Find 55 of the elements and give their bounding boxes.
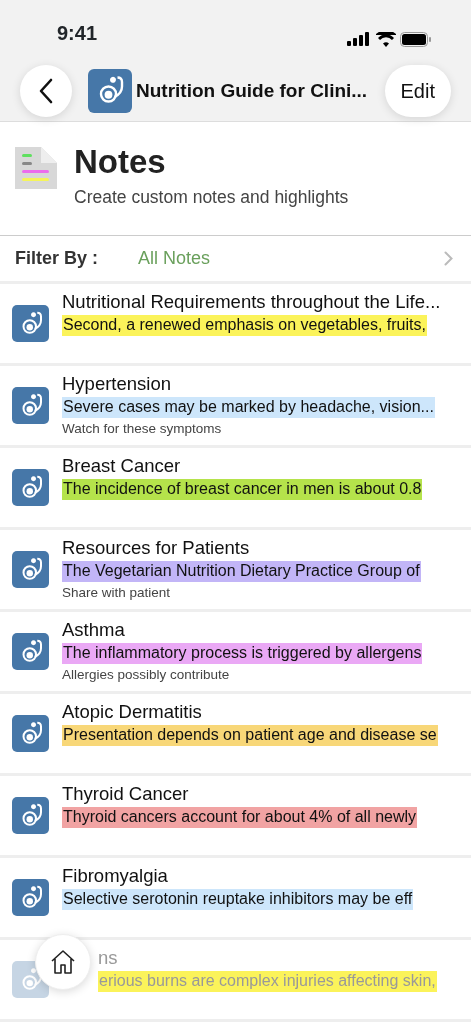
note-icon	[12, 797, 49, 834]
edit-button[interactable]: Edit	[384, 65, 451, 117]
note-title: Fibromyalgia	[62, 863, 169, 887]
highlighted-text: Thyroid cancers account for about 4% of all newly	[62, 806, 418, 828]
note-row[interactable]: Fibromyalgia Selective serotonin reuptake inhibitors may be eff	[0, 858, 471, 940]
note-title: Thyroid Cancer	[62, 781, 190, 805]
note-icon	[12, 715, 49, 752]
home-icon	[49, 948, 77, 976]
filter-value: All Notes	[138, 247, 211, 270]
note-title: Atopic Dermatitis	[62, 699, 203, 723]
wifi-icon	[376, 31, 396, 47]
notes-icon	[14, 146, 58, 190]
note-row[interactable]: Atopic Dermatitis Presentation depends on patient age and disease se	[0, 694, 471, 776]
note-title: Breast Cancer	[62, 453, 182, 477]
note-title: ns	[97, 945, 119, 969]
note-comment: Watch for these symptoms	[62, 419, 223, 438]
note-icon	[12, 879, 49, 916]
filter-label: Filter By :	[15, 247, 99, 270]
note-icon	[12, 469, 49, 506]
signal-icon	[347, 32, 372, 46]
note-row[interactable]: Nutritional Requirements throughout the Life... Second, a renewed emphasis on vegetables, fruits,	[0, 284, 471, 366]
highlighted-text: The Vegetarian Nutrition Dietary Practice Group of	[62, 560, 421, 582]
note-icon	[12, 551, 49, 588]
note-icon	[12, 305, 49, 342]
status-time: 9:41	[57, 21, 98, 46]
nav-title: Nutrition Guide for Clini...	[136, 78, 368, 103]
note-row[interactable]: Asthma The inflammatory process is triggered by allergens Allergies possibly contribute	[0, 612, 471, 694]
highlighted-text: Severe cases may be marked by headache, vision...	[62, 396, 435, 418]
highlighted-text: Selective serotonin reuptake inhibitors may be eff	[62, 888, 414, 910]
note-row[interactable]: Hypertension Severe cases may be marked by headache, vision... Watch for these symptoms	[0, 366, 471, 448]
note-comment: Share with patient	[62, 583, 172, 602]
highlighted-text: The incidence of breast cancer in men is about 0.8	[62, 478, 423, 500]
highlighted-text: Presentation depends on patient age and disease se	[62, 724, 438, 746]
note-title: Asthma	[62, 617, 126, 641]
note-row[interactable]: Resources for Patients The Vegetarian Nutrition Dietary Practice Group of Share with patient	[0, 530, 471, 612]
note-title: Resources for Patients	[62, 535, 251, 559]
home-button[interactable]	[35, 934, 91, 990]
back-button[interactable]	[20, 65, 72, 117]
note-icon	[12, 387, 49, 424]
chevron-left-icon	[38, 78, 54, 104]
chevron-icon	[444, 251, 453, 266]
page-title: Notes	[74, 144, 167, 181]
app-icon	[88, 69, 132, 113]
note-row[interactable]: Thyroid Cancer Thyroid cancers account for about 4% of all newly	[0, 776, 471, 858]
battery-icon	[400, 31, 431, 47]
note-icon	[12, 633, 49, 670]
note-title: Nutritional Requirements throughout the Life...	[62, 289, 442, 313]
note-row[interactable]: Breast Cancer The incidence of breast cancer in men is about 0.8	[0, 448, 471, 530]
page-subtitle: Create custom notes and highlights	[74, 186, 349, 210]
note-title: Hypertension	[62, 371, 172, 395]
highlighted-text: The inflammatory process is triggered by allergens	[62, 642, 423, 664]
highlighted-text: Second, a renewed emphasis on vegetables, fruits,	[62, 314, 427, 336]
note-comment: Allergies possibly contribute	[62, 665, 231, 684]
highlighted-text: erious burns are complex injuries affecting skin,	[98, 970, 437, 992]
filter-row[interactable]: Filter By : All Notes	[0, 236, 471, 284]
